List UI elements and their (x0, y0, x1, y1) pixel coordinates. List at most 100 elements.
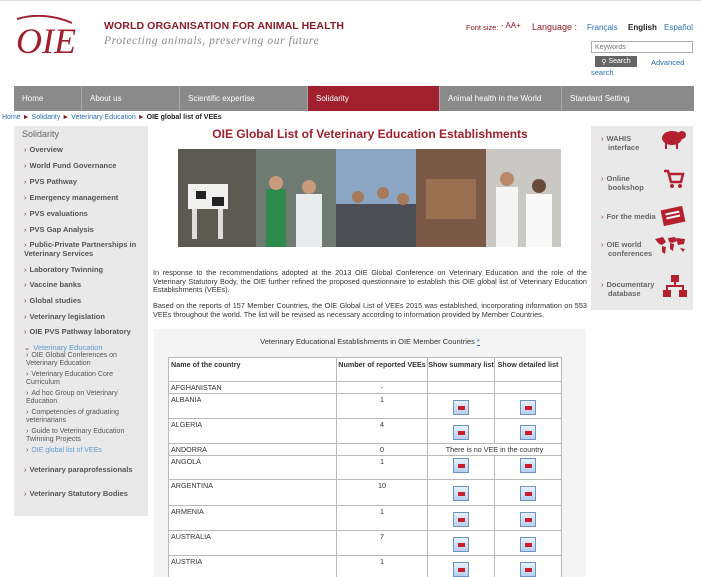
pdf-detailed-icon[interactable] (520, 537, 536, 552)
subitem-core-curriculum[interactable]: › Veterinary Education Core Curriculum (26, 371, 144, 387)
table-row: AFGHANISTAN - (168, 381, 562, 394)
sidebar-item-overview[interactable]: › Overview (24, 145, 142, 154)
search-button[interactable]: ⚲ Search (595, 56, 637, 67)
subitem-twinning-guide[interactable]: › Guide to Veterinary Education Twinning … (26, 428, 144, 444)
sidebar-item-pvs-pathway[interactable]: › PVS Pathway (24, 177, 142, 186)
nav-solidarity[interactable]: Solidarity (308, 86, 440, 111)
pdf-detailed-icon[interactable] (520, 458, 536, 473)
chevron-right-icon: › (26, 447, 29, 454)
table-row: AUSTRIA 1 (168, 555, 562, 577)
sidebar-item-global-studies[interactable]: › Global studies (24, 296, 142, 305)
nav-home[interactable]: Home (14, 86, 82, 111)
chevron-right-icon: › (26, 390, 29, 397)
country-cell: AUSTRALIA (168, 530, 337, 556)
chevron-right-icon: › (601, 280, 604, 289)
sidebar-item-statutory-bodies[interactable]: › Veterinary Statutory Bodies (24, 489, 142, 498)
cart-icon (664, 169, 685, 188)
sidebar-item-ppp[interactable]: › Public-Private Partnerships in Veterina… (24, 240, 142, 258)
sidebar-item-vaccine-banks[interactable]: › Vaccine banks (24, 280, 142, 289)
table-row: ANDORRA 0 There is no VEE in the country (168, 443, 562, 456)
pdf-detailed-icon[interactable] (520, 425, 536, 440)
nav-about-us[interactable]: About us (82, 86, 180, 111)
count-cell: 4 (336, 418, 428, 444)
breadcrumb-sep: ► (137, 114, 145, 121)
sidebar-title: Solidarity (22, 129, 60, 139)
footnote-link[interactable]: * (477, 337, 480, 346)
pdf-summary-icon[interactable] (453, 400, 469, 415)
search-input[interactable] (591, 41, 693, 53)
advanced-search-link-cont[interactable]: search (591, 68, 614, 77)
sidebar-item-vet-education[interactable]: ⌄ Veterinary Education (24, 343, 142, 352)
table-caption: Veterinary Educational Establishments in… (260, 337, 480, 346)
pdf-summary-icon[interactable] (453, 562, 469, 577)
intro-paragraph-2: Based on the reports of 157 Member Count… (153, 301, 587, 319)
subitem-competencies[interactable]: › Competencies of graduating veterinarian… (26, 409, 144, 425)
rb-wahis[interactable]: › WAHIS interface (591, 126, 693, 162)
chevron-right-icon: › (26, 352, 29, 359)
sidebar-item-paraprofessionals[interactable]: › Veterinary paraprofessionals (24, 465, 142, 474)
sidebar-item-vet-legislation[interactable]: › Veterinary legislation (24, 312, 142, 321)
col-count: Number of reported VEEs (336, 357, 428, 382)
col-detailed: Show detailed list (494, 357, 562, 382)
pdf-summary-icon[interactable] (453, 512, 469, 527)
chevron-right-icon: › (26, 371, 29, 378)
rb-bookshop[interactable]: › Online bookshop (591, 162, 693, 202)
subitem-global-list[interactable]: › OIE global list of VEEs (26, 447, 144, 455)
count-cell: 1 (336, 505, 428, 531)
sidebar-item-pvs-lab[interactable]: › OIE PVS Pathway laboratory (24, 327, 142, 336)
pdf-summary-icon[interactable] (453, 425, 469, 440)
pdf-detailed-icon[interactable] (520, 512, 536, 527)
nav-animal-health[interactable]: Animal health in the World (440, 86, 562, 111)
sidebar-item-pvs-gap[interactable]: › PVS Gap Analysis (24, 225, 142, 234)
rb-documentary-db[interactable]: › Documentary database (591, 272, 693, 310)
sidebar-item-emergency[interactable]: › Emergency management (24, 193, 142, 202)
rb-media[interactable]: › For the media (591, 202, 693, 232)
advanced-search-link[interactable]: Advanced (651, 58, 684, 67)
pdf-detailed-icon[interactable] (520, 400, 536, 415)
count-cell: 1 (336, 455, 428, 480)
breadcrumb-solidarity[interactable]: Solidarity (32, 114, 61, 121)
country-cell: ARMENIA (168, 505, 337, 531)
count-cell: - (336, 381, 428, 394)
subitem-ad-hoc-group[interactable]: › Ad hoc Group on Veterinary Education (26, 390, 144, 406)
breadcrumb-vet-education[interactable]: Veterinary Education (71, 114, 136, 121)
font-size-controls[interactable]: - AA+ (501, 21, 521, 30)
country-cell: ARGENTINA (168, 479, 337, 506)
pdf-summary-icon[interactable] (453, 486, 469, 501)
chevron-right-icon: › (24, 225, 27, 234)
country-cell: ALBANIA (168, 393, 337, 419)
pdf-summary-icon[interactable] (453, 458, 469, 473)
table-row: ALGERIA 4 (168, 418, 562, 444)
nav-scientific-expertise[interactable]: Scientific expertise (180, 86, 308, 111)
count-cell: 0 (336, 443, 428, 456)
breadcrumb-sep: ► (62, 114, 70, 121)
network-icon (663, 275, 687, 297)
oie-logo[interactable]: OIE (14, 15, 100, 57)
lang-spanish-link[interactable]: Español (664, 23, 693, 32)
country-cell: ALGERIA (168, 418, 337, 444)
newspaper-icon (660, 205, 686, 227)
chevron-right-icon: › (601, 240, 604, 249)
country-cell: AFGHANISTAN (168, 381, 337, 394)
breadcrumb-home[interactable]: Home (2, 114, 21, 121)
lang-french-link[interactable]: Français (587, 23, 618, 32)
search-button-label: Search (608, 58, 631, 65)
sidebar-item-lab-twinning[interactable]: › Laboratory Twinning (24, 265, 142, 274)
chevron-right-icon: › (24, 265, 27, 274)
pdf-detailed-icon[interactable] (520, 562, 536, 577)
chevron-right-icon: › (601, 174, 604, 183)
sidebar-item-pvs-evaluations[interactable]: › PVS evaluations (24, 209, 142, 218)
main-nav: Home About us Scientific expertise Solid… (14, 86, 694, 111)
pdf-detailed-icon[interactable] (520, 486, 536, 501)
pdf-summary-icon[interactable] (453, 537, 469, 552)
page-title: OIE Global List of Veterinary Education … (212, 127, 528, 141)
count-cell: 7 (336, 530, 428, 556)
rb-world-conferences[interactable]: › OIE world conferences (591, 232, 693, 272)
table-row: ALBANIA 1 (168, 393, 562, 419)
lang-english-link[interactable]: English (628, 23, 657, 32)
font-size-label: Font size: (466, 23, 499, 32)
breadcrumb-sep: ► (22, 114, 30, 121)
subitem-global-conferences[interactable]: › OIE Global Conferences on Veterinary Ed… (26, 352, 144, 368)
nav-standard-setting[interactable]: Standard Setting (562, 86, 694, 111)
sidebar-item-world-fund[interactable]: › World Fund Governance (24, 161, 142, 170)
